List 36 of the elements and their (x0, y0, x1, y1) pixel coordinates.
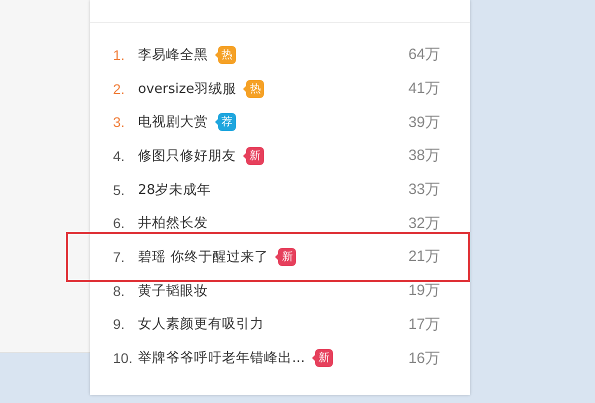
topic-link[interactable]: 李易峰全黑 (138, 46, 208, 64)
topic-link[interactable]: 举牌爷爷呼吁老年错峰出... (138, 349, 305, 368)
topic-link[interactable]: 井柏然长发 (138, 214, 208, 232)
heat-count: 21万 (408, 247, 440, 266)
topic-tag: 新 (246, 146, 264, 165)
topic-link[interactable]: 碧瑶 你终于醒过来了 (138, 248, 268, 266)
rank-number: 8. (113, 282, 126, 299)
rank-number: 3. (113, 114, 126, 130)
rank-number: 9. (113, 316, 126, 332)
heat-count: 33万 (408, 180, 440, 200)
topic-link[interactable]: oversize羽绒服 (138, 80, 236, 98)
rank-number: 10. (113, 350, 134, 366)
rank-number: 1. (113, 46, 126, 63)
heat-count: 19万 (408, 281, 440, 300)
topic-link[interactable]: 黄子韬眼妆 (138, 282, 208, 300)
topic-link[interactable]: 28岁未成年 (138, 180, 212, 199)
topic-tag: 热 (246, 80, 264, 98)
heat-count: 32万 (408, 214, 440, 233)
rank-number: 4. (113, 148, 126, 164)
heat-count: 17万 (408, 314, 440, 334)
rank-number: 7. (113, 248, 126, 265)
topic-link[interactable]: 电视剧大赏 (138, 113, 208, 132)
topic-tag: 新 (278, 248, 296, 266)
topic-tag: 新 (314, 349, 333, 368)
heat-count: 64万 (408, 45, 440, 64)
heat-count: 16万 (408, 348, 440, 368)
rank-number: 6. (113, 215, 126, 232)
heat-count: 39万 (408, 112, 440, 132)
topic-link[interactable]: 修图只修好朋友 (138, 146, 236, 165)
heat-count: 38万 (408, 146, 440, 166)
heat-count: 41万 (408, 79, 440, 98)
topic-tag: 热 (218, 46, 236, 64)
rank-number: 2. (113, 80, 126, 97)
topic-tag: 荐 (218, 113, 236, 132)
topic-link[interactable]: 女人素颜更有吸引力 (138, 315, 264, 334)
rank-number: 5. (113, 182, 126, 198)
